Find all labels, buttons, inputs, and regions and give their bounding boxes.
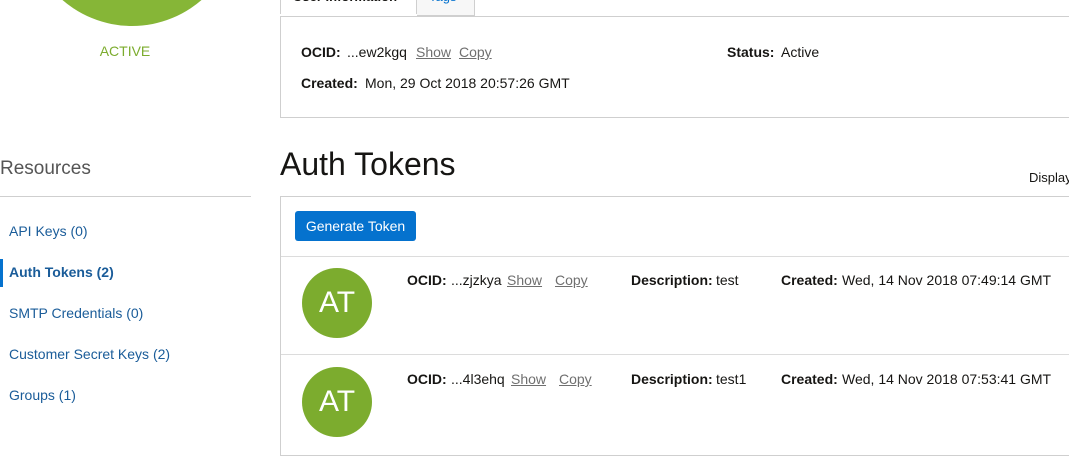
created-value: Mon, 29 Oct 2018 20:57:26 GMT bbox=[365, 75, 570, 91]
token-description-label: Description: bbox=[631, 371, 713, 387]
token-copy-link[interactable]: Copy bbox=[555, 272, 588, 288]
token-created-value: Wed, 14 Nov 2018 07:53:41 GMT bbox=[842, 371, 1052, 387]
token-show-link[interactable]: Show bbox=[507, 272, 542, 288]
token-description-label: Description: bbox=[631, 272, 713, 288]
ocid-show-link[interactable]: Show bbox=[416, 44, 451, 60]
tab-user-information[interactable]: User Information bbox=[280, 0, 417, 14]
row-divider bbox=[281, 256, 1069, 257]
token-ocid-value: ...zjzkya bbox=[451, 272, 502, 288]
sidebar-item-groups[interactable]: Groups (1) bbox=[9, 387, 76, 403]
user-status-label: ACTIVE bbox=[99, 43, 151, 59]
token-ocid-label: OCID: bbox=[407, 371, 447, 387]
ocid-value: ...ew2kgq bbox=[347, 44, 407, 60]
row-divider bbox=[281, 354, 1069, 355]
sidebar-item-api-keys[interactable]: API Keys (0) bbox=[9, 223, 88, 239]
user-avatar bbox=[26, 0, 238, 26]
token-avatar: AT bbox=[302, 367, 372, 437]
tab-tags[interactable]: Tags bbox=[417, 0, 475, 16]
user-information-panel bbox=[280, 16, 1069, 118]
token-avatar: AT bbox=[302, 268, 372, 338]
sidebar-item-smtp-credentials[interactable]: SMTP Credentials (0) bbox=[9, 305, 143, 321]
status-value: Active bbox=[781, 44, 820, 60]
resources-title: Resources bbox=[0, 158, 91, 179]
sidebar-item-customer-secret-keys[interactable]: Customer Secret Keys (2) bbox=[9, 346, 170, 362]
created-label: Created: bbox=[301, 75, 358, 91]
token-created-label: Created: bbox=[781, 371, 838, 387]
token-description-value: test1 bbox=[716, 371, 747, 387]
sidebar-item-auth-tokens[interactable]: Auth Tokens (2) bbox=[9, 264, 114, 280]
token-created-value: Wed, 14 Nov 2018 07:49:14 GMT bbox=[842, 272, 1052, 288]
sidebar-active-indicator bbox=[0, 259, 3, 287]
resources-divider bbox=[0, 196, 251, 197]
token-show-link[interactable]: Show bbox=[511, 371, 546, 387]
token-description-value: test bbox=[716, 272, 739, 288]
generate-token-button[interactable]: Generate Token bbox=[295, 211, 416, 241]
ocid-copy-link[interactable]: Copy bbox=[459, 44, 492, 60]
token-created-label: Created: bbox=[781, 272, 838, 288]
ocid-label: OCID: bbox=[301, 44, 341, 60]
status-label: Status: bbox=[727, 44, 775, 60]
token-copy-link[interactable]: Copy bbox=[559, 371, 592, 387]
page-title: Auth Tokens bbox=[280, 146, 456, 182]
token-ocid-label: OCID: bbox=[407, 272, 447, 288]
token-ocid-value: ...4l3ehq bbox=[451, 371, 505, 387]
display-label: Display bbox=[1029, 170, 1069, 185]
